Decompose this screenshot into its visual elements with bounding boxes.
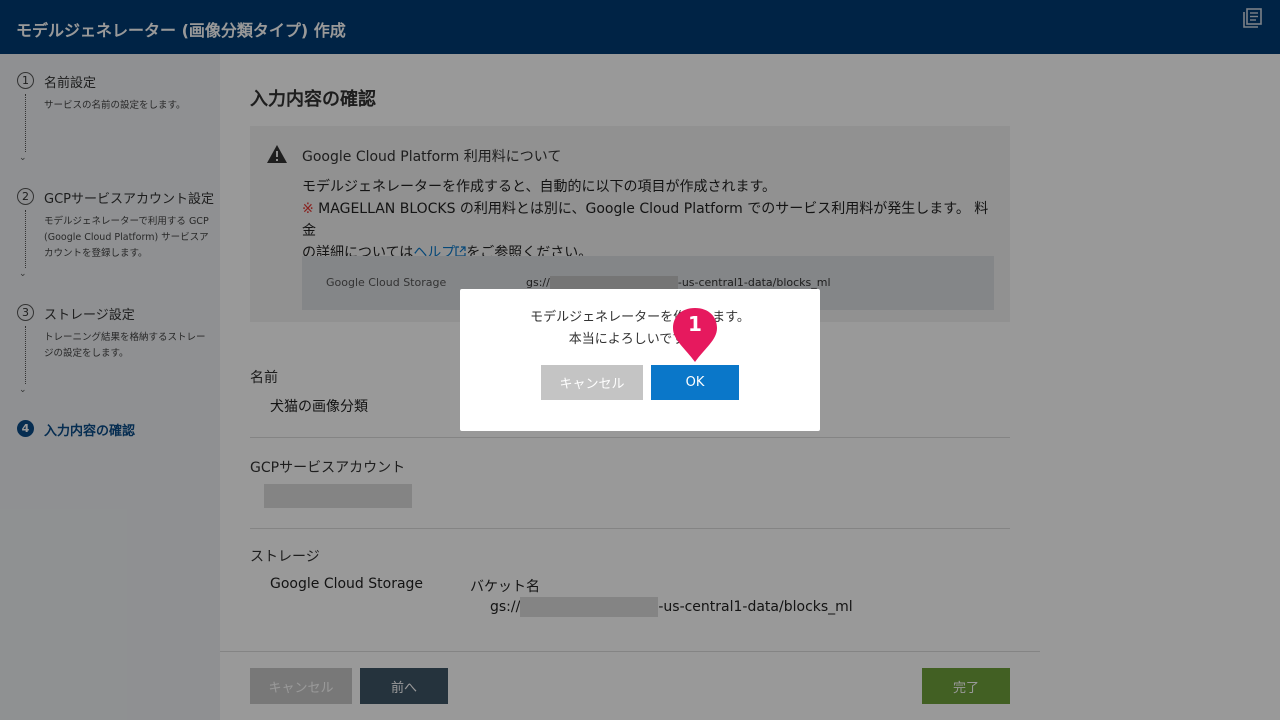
dialog-message: モデルジェネレーターを作成します。 本当によろしいですか？ xyxy=(460,307,820,351)
dialog-cancel-button[interactable]: キャンセル xyxy=(541,365,643,400)
dialog-ok-button[interactable]: OK xyxy=(651,365,739,400)
marker-number: 1 xyxy=(688,312,702,336)
dialog-line: モデルジェネレーターを作成します。 xyxy=(530,310,750,325)
confirm-dialog: モデルジェネレーターを作成します。 本当によろしいですか？ キャンセル OK xyxy=(460,289,820,431)
dialog-line: 本当によろしいですか？ xyxy=(568,332,712,347)
